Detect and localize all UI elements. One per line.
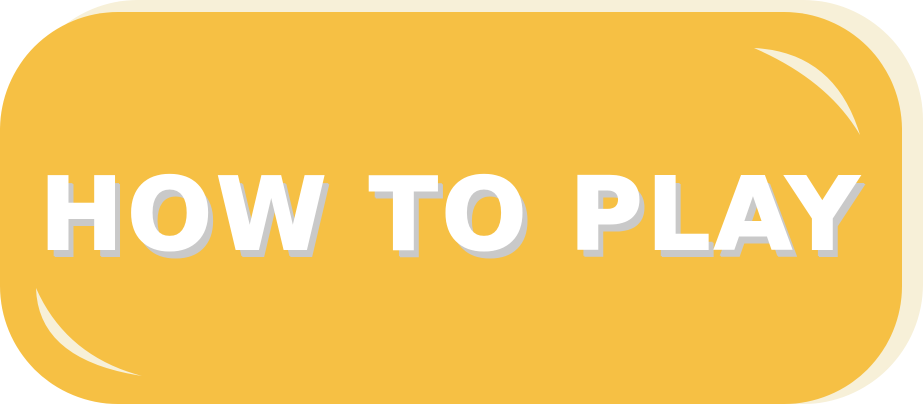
button-label-container: HOW TO PLAY [0, 140, 902, 290]
how-to-play-screen: HOW TO PLAY [0, 0, 923, 404]
how-to-play-button[interactable]: HOW TO PLAY [0, 0, 923, 404]
button-label: HOW TO PLAY [38, 156, 863, 273]
